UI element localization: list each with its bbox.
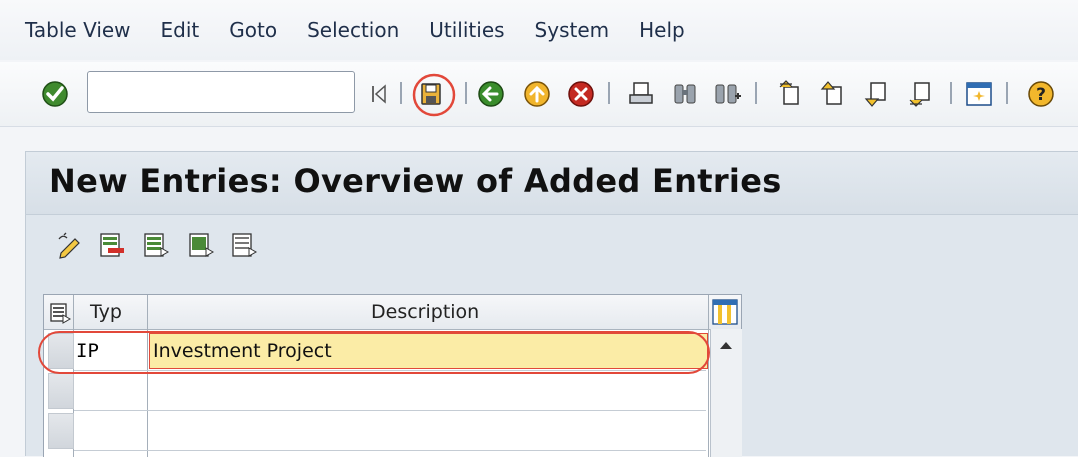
column-separator [147, 295, 148, 457]
vertical-scrollbar[interactable] [710, 329, 742, 457]
cell-description[interactable] [149, 373, 708, 409]
menu-edit[interactable]: Edit [146, 0, 215, 60]
find-next-icon[interactable] [712, 79, 742, 109]
toolbar-separator [608, 82, 610, 104]
menu-help[interactable]: Help [624, 0, 700, 60]
cell-typ[interactable] [74, 373, 147, 409]
deselect-all-icon[interactable] [230, 231, 258, 259]
last-page-icon[interactable] [906, 79, 936, 109]
column-header-description[interactable]: Description [371, 301, 479, 323]
menu-utilities[interactable]: Utilities [414, 0, 519, 60]
entries-table: Typ Description IP Investment Project [43, 294, 742, 457]
column-header-typ[interactable]: Typ [90, 301, 122, 323]
previous-page-icon[interactable] [818, 79, 848, 109]
row-selector[interactable] [48, 413, 74, 449]
row-highlight-annotation [38, 331, 710, 374]
cancel-icon[interactable] [566, 79, 596, 109]
page-title: New Entries: Overview of Added Entries [49, 162, 782, 200]
menu-table-view[interactable]: Table View [0, 0, 146, 60]
menu-bar: Table View Edit Goto Selection Utilities… [0, 0, 1078, 60]
enter-icon[interactable] [40, 79, 70, 109]
select-block-icon[interactable] [187, 231, 215, 259]
menu-system[interactable]: System [520, 0, 625, 60]
toolbar-separator [755, 82, 757, 104]
select-all-icon[interactable] [142, 231, 170, 259]
column-config-icon[interactable] [711, 298, 739, 326]
toolbar-separator [950, 82, 952, 104]
row-divider [74, 410, 706, 411]
help-icon[interactable]: ? [1026, 79, 1056, 109]
row-divider [74, 450, 706, 451]
first-page-icon[interactable] [776, 79, 806, 109]
find-icon[interactable] [670, 79, 700, 109]
command-field[interactable] [87, 71, 355, 113]
table-settings-icon[interactable] [49, 302, 71, 324]
scroll-up-icon[interactable] [717, 339, 735, 351]
menu-selection[interactable]: Selection [292, 0, 414, 60]
back-icon[interactable] [476, 79, 506, 109]
change-display-icon[interactable] [57, 231, 85, 259]
table-header: Typ Description [44, 295, 741, 330]
delete-icon[interactable] [98, 231, 126, 259]
menu-goto[interactable]: Goto [214, 0, 292, 60]
collapse-command-field-icon[interactable] [370, 83, 390, 105]
next-page-icon[interactable] [862, 79, 892, 109]
exit-icon[interactable] [522, 79, 552, 109]
title-bar: New Entries: Overview of Added Entries [25, 151, 1078, 214]
column-separator [708, 295, 709, 457]
layout-icon[interactable] [964, 79, 994, 109]
cell-typ[interactable] [74, 413, 147, 449]
toolbar-separator [1006, 82, 1008, 104]
print-icon[interactable] [626, 79, 656, 109]
application-toolbar [25, 214, 1078, 273]
toolbar-separator [400, 82, 402, 104]
toolbar-separator [465, 82, 467, 104]
row-selector[interactable] [48, 373, 74, 409]
svg-text:?: ? [1036, 85, 1046, 105]
save-highlight-circle [412, 73, 456, 117]
cell-description[interactable] [149, 413, 708, 449]
